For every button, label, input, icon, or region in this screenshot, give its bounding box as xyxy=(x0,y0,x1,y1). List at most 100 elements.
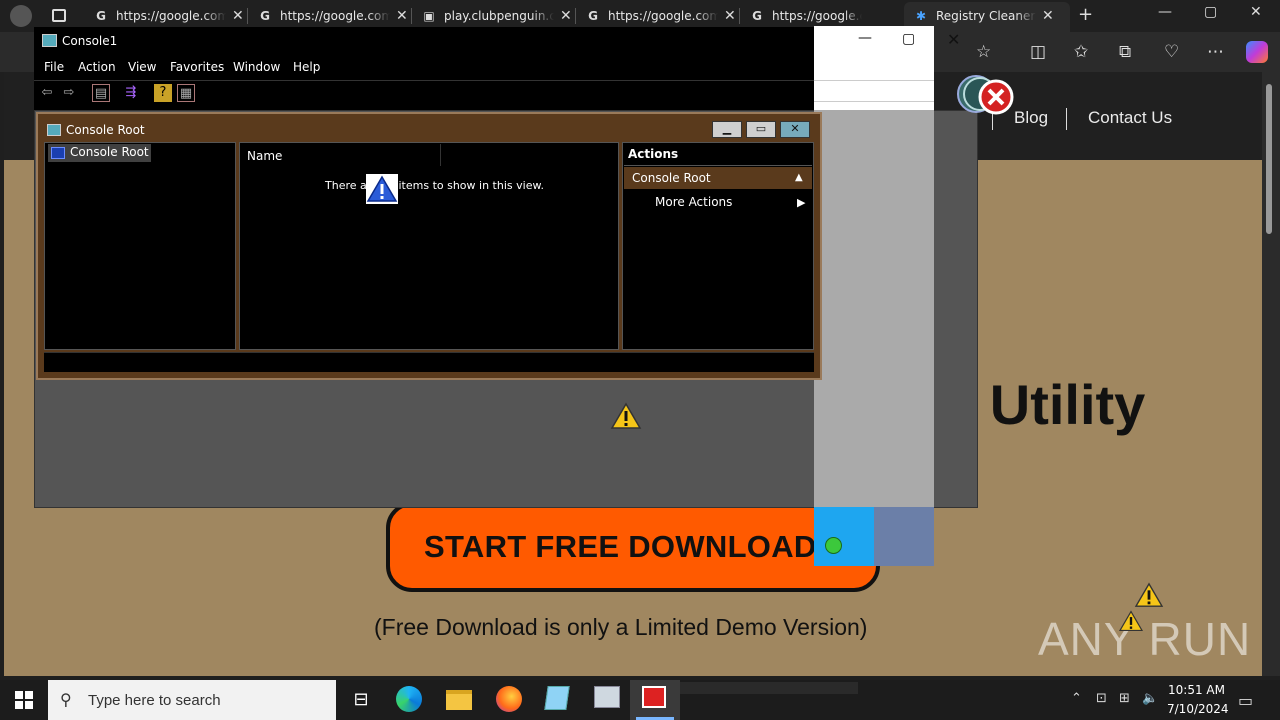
status-bar xyxy=(44,352,814,372)
tab-separator xyxy=(739,8,740,24)
search-icon: ⚲ xyxy=(60,690,72,709)
menu-favorites[interactable]: Favorites xyxy=(170,60,224,74)
close-tab-icon[interactable]: ✕ xyxy=(560,8,572,24)
collapse-arrow-icon[interactable]: ▲ xyxy=(795,172,803,183)
warning-icon xyxy=(366,174,398,204)
download-note: (Free Download is only a Limited Demo Ve… xyxy=(374,614,868,640)
green-dot-icon xyxy=(825,537,842,554)
favorite-star-icon[interactable]: ☆ xyxy=(976,42,991,62)
menu-action[interactable]: Action xyxy=(78,60,116,74)
new-tab-button[interactable]: + xyxy=(1078,4,1093,25)
edge-icon[interactable] xyxy=(396,686,426,714)
taskbar-search-box[interactable]: Type here to search xyxy=(48,680,336,720)
browser-minimize-button[interactable]: — xyxy=(1158,4,1172,20)
back-arrow-icon[interactable]: ⇦ xyxy=(38,84,56,102)
menu-view[interactable]: View xyxy=(128,60,156,74)
forward-arrow-icon[interactable]: ⇨ xyxy=(60,84,78,102)
blue-block xyxy=(814,507,874,566)
taskbar-progress-bar xyxy=(680,682,858,694)
slate-block xyxy=(874,507,934,566)
console-app-icon xyxy=(42,34,57,47)
child-restore-button[interactable]: ▭ xyxy=(746,121,776,138)
volume-icon[interactable]: 🔈 xyxy=(1142,691,1158,706)
nav-separator xyxy=(1066,108,1067,130)
menu-help[interactable]: Help xyxy=(293,60,320,74)
tab-separator xyxy=(247,8,248,24)
favorites-icon[interactable]: ✩ xyxy=(1074,42,1088,62)
warning-icon xyxy=(1134,582,1164,612)
menu-file[interactable]: File xyxy=(44,60,64,74)
help-icon[interactable]: ? xyxy=(154,84,172,102)
browser-tab[interactable]: ▣ play.clubpenguin.com ✕ xyxy=(422,4,572,28)
notifications-icon[interactable]: ▭ xyxy=(1238,691,1253,710)
close-tab-icon[interactable]: ✕ xyxy=(1042,8,1054,24)
overlay-window-addressbar xyxy=(814,80,934,102)
notepad-icon[interactable] xyxy=(544,686,576,714)
start-free-download-button[interactable]: START FREE DOWNLOAD xyxy=(386,502,880,592)
empty-view-message: There are no items to show in this view. xyxy=(325,179,544,192)
nav-link-blog[interactable]: Blog xyxy=(1014,108,1048,128)
more-actions-item[interactable]: More Actions xyxy=(655,195,732,209)
overlay-minimize-button[interactable]: — xyxy=(858,30,872,46)
submenu-arrow-icon: ▶ xyxy=(797,196,806,209)
google-icon: G xyxy=(96,9,106,23)
tray-device-icon[interactable]: ⊡ xyxy=(1096,691,1107,706)
google-icon: G xyxy=(588,9,598,23)
collections-icon[interactable]: ⧉ xyxy=(1119,42,1131,62)
warning-icon xyxy=(610,402,642,434)
child-close-button[interactable]: ✕ xyxy=(780,121,810,138)
clock-time[interactable]: 10:51 AM xyxy=(1168,683,1225,697)
menu-window[interactable]: Window xyxy=(233,60,280,74)
browser-maximize-button[interactable]: ▢ xyxy=(1204,4,1217,20)
task-view-icon[interactable]: ⊟ xyxy=(346,686,376,714)
registry-cleaner-icon[interactable] xyxy=(642,686,672,714)
file-explorer-icon[interactable] xyxy=(446,686,476,714)
scrollbar-thumb[interactable] xyxy=(1266,84,1272,234)
overlay-side-panel xyxy=(814,110,934,508)
start-button[interactable] xyxy=(15,691,33,709)
profile-icon[interactable] xyxy=(10,5,32,27)
google-icon: G xyxy=(260,9,270,23)
mmc-toolbar xyxy=(34,80,814,106)
site-icon: ✱ xyxy=(915,9,927,23)
split-screen-icon[interactable]: ◫ xyxy=(1030,42,1046,62)
copilot-icon[interactable] xyxy=(1246,41,1268,63)
folder-icon xyxy=(51,147,65,159)
nav-link-contact[interactable]: Contact Us xyxy=(1088,108,1172,128)
close-tab-icon[interactable]: ✕ xyxy=(232,8,244,24)
page-icon: ▣ xyxy=(423,9,435,23)
network-icon[interactable]: ⊞ xyxy=(1119,691,1130,706)
close-tab-icon[interactable]: ✕ xyxy=(724,8,736,24)
browser-tab-active[interactable]: ✱ Registry Cleaner To ✕ xyxy=(914,4,1054,28)
browser-close-button[interactable]: ✕ xyxy=(1250,4,1262,20)
browser-tab[interactable]: G https://google.com ✕ xyxy=(586,4,736,28)
child-minimize-button[interactable]: ▁ xyxy=(712,121,742,138)
mmc-taskbar-icon[interactable] xyxy=(594,686,624,714)
more-menu-icon[interactable]: ⋯ xyxy=(1207,42,1224,62)
export-list-icon[interactable]: ⇶ xyxy=(122,84,140,102)
firefox-icon[interactable] xyxy=(496,686,526,714)
clock-date[interactable]: 7/10/2024 xyxy=(1167,702,1229,716)
overlay-close-button[interactable]: ✕ xyxy=(947,30,960,49)
mmc-window-title: Console1 xyxy=(62,34,118,48)
tab-actions-icon[interactable] xyxy=(52,9,66,22)
close-tab-icon[interactable]: ✕ xyxy=(396,8,408,24)
overlay-maximize-button[interactable]: ▢ xyxy=(902,31,915,47)
tray-overflow-icon[interactable]: ⌃ xyxy=(1071,691,1082,706)
column-separator xyxy=(440,144,441,166)
tab-separator xyxy=(411,8,412,24)
actions-section-console-root[interactable]: Console Root xyxy=(624,167,812,189)
tree-pane xyxy=(44,142,236,350)
console-root-title: Console Root xyxy=(66,123,145,137)
show-hide-tree-icon[interactable]: ▤ xyxy=(92,84,110,102)
browser-tab[interactable]: G https://google.com ✕ xyxy=(94,4,244,28)
google-icon: G xyxy=(752,9,762,23)
tab-separator xyxy=(575,8,576,24)
browser-tab[interactable]: G https://google.com xyxy=(750,4,862,28)
show-hide-action-pane-icon[interactable]: ▦ xyxy=(177,84,195,102)
browser-tab[interactable]: G https://google.com ✕ xyxy=(258,4,408,28)
results-pane xyxy=(239,142,619,350)
browser-essentials-icon[interactable]: ♡ xyxy=(1164,42,1179,62)
warning-icon xyxy=(1118,610,1144,636)
column-header-name[interactable]: Name xyxy=(247,149,282,163)
